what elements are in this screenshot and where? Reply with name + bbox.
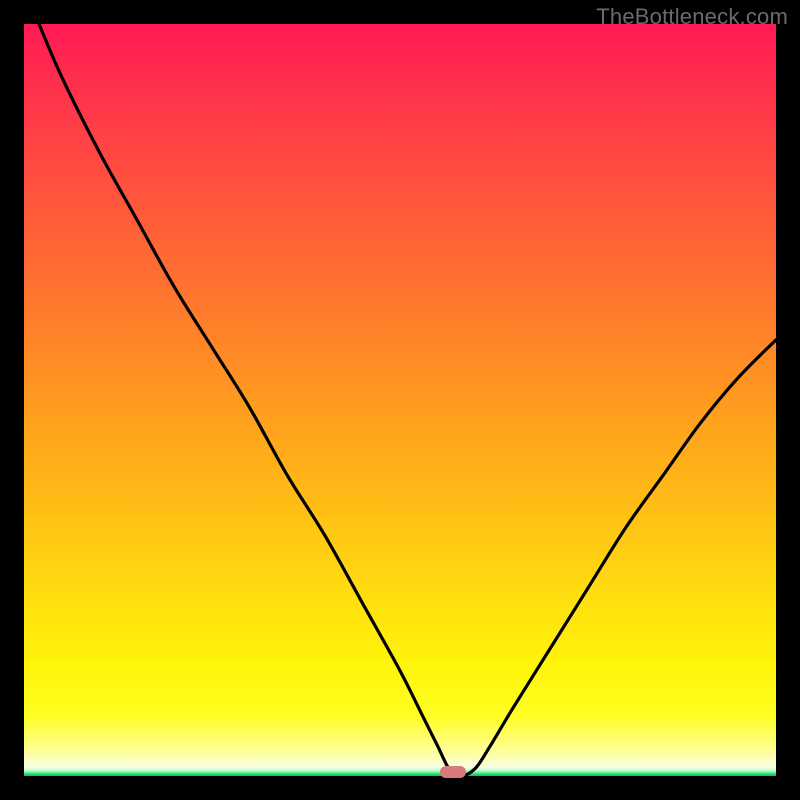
minimum-marker [440,766,466,778]
attribution-label: TheBottleneck.com [596,4,788,30]
plot-area [24,24,776,776]
chart-frame: TheBottleneck.com [0,0,800,800]
bottleneck-curve [24,24,776,776]
curve-path [39,24,776,776]
